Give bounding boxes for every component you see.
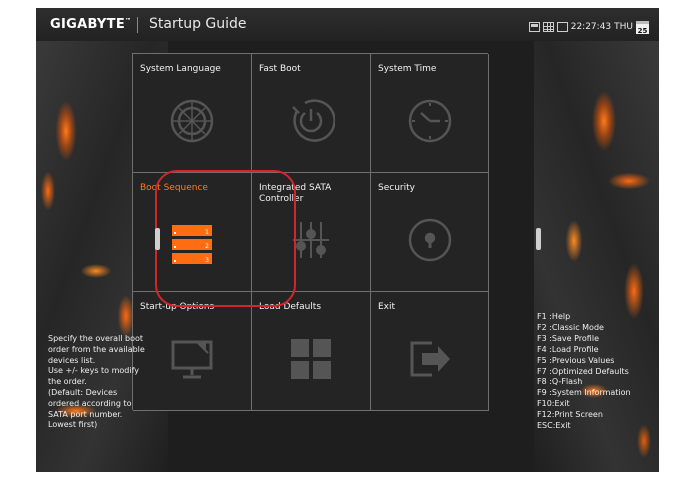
hotkey-optimized-defaults[interactable]: F7 :Optimized Defaults (537, 367, 657, 378)
tile-system-language[interactable]: System Language (133, 54, 252, 173)
hotkey-classic-mode[interactable]: F2 :Classic Mode (537, 323, 657, 334)
window-icon[interactable] (556, 22, 568, 32)
hotkey-print-screen[interactable]: F12:Print Screen (537, 410, 657, 421)
tile-label: Fast Boot (259, 64, 301, 74)
tile-load-defaults[interactable]: Load Defaults (252, 292, 371, 411)
hotkey-exit-f10[interactable]: F10:Exit (537, 399, 657, 410)
power-fast-icon (287, 97, 335, 145)
hotkey-q-flash[interactable]: F8 :Q-Flash (537, 377, 657, 388)
tile-label: Security (378, 183, 415, 193)
tile-security[interactable]: Security (371, 173, 489, 292)
clock-icon (406, 97, 454, 145)
tile-label: Exit (378, 302, 396, 312)
monitor-cursor-icon (168, 335, 216, 383)
help-line: SATA port number. (48, 409, 123, 419)
tile-label: System Time (378, 64, 437, 74)
help-line: Use +/- keys to modify (48, 366, 140, 376)
tile-integrated-sata-controller[interactable]: Integrated SATA Controller (252, 173, 371, 292)
tile-label: Integrated SATA Controller (259, 183, 332, 204)
boot-number: 1 (205, 229, 209, 236)
exit-icon (406, 337, 454, 381)
tile-boot-sequence[interactable]: Boot Sequence 1 2 3 (133, 173, 252, 292)
status-area: 22:27:43 THU 25 (528, 20, 649, 35)
brand-logo: GIGABYTE™ (50, 17, 132, 32)
title-separator (137, 17, 138, 33)
tile-label: Load Defaults (259, 302, 322, 312)
hotkey-previous-values[interactable]: F5 :Previous Values (537, 356, 657, 367)
grid-view-icon[interactable] (542, 22, 554, 32)
scroll-handle-left[interactable] (155, 228, 160, 250)
help-line: devices list. (48, 355, 96, 365)
hotkey-esc-exit[interactable]: ESC:Exit (537, 421, 657, 432)
scroll-handle-right[interactable] (536, 228, 541, 250)
hotkey-help[interactable]: F1 :Help (537, 312, 657, 323)
tile-system-time[interactable]: System Time (371, 54, 489, 173)
sata-slider-icon (287, 216, 335, 264)
boot-number: 3 (205, 257, 209, 264)
help-line: Lowest first) (48, 420, 98, 430)
hotkey-list: F1 :Help F2 :Classic Mode F3 :Save Profi… (537, 312, 657, 432)
hotkey-save-profile[interactable]: F3 :Save Profile (537, 334, 657, 345)
boot-number: 2 (205, 243, 209, 250)
calendar-icon: 25 (636, 20, 649, 35)
help-line: Specify the overall boot (48, 334, 144, 343)
help-line: ordered according to (48, 398, 132, 408)
clock-day: THU (614, 22, 633, 32)
tile-fast-boot[interactable]: Fast Boot (252, 54, 371, 173)
hotkey-load-profile[interactable]: F4 :Load Profile (537, 345, 657, 356)
boot-order-icon: 1 2 3 (170, 223, 214, 267)
top-bar: GIGABYTE™ Startup Guide 22:27:43 THU 25 (36, 8, 659, 41)
grid-icon (289, 337, 333, 381)
lock-icon (406, 216, 454, 264)
option-grid: System Language Fast Boot System Time Bo… (132, 53, 489, 411)
tile-label: Start-up Options (140, 302, 215, 312)
tile-label: System Language (140, 64, 221, 74)
help-line: (Default: Devices (48, 387, 118, 397)
clock-time: 22:27:43 (570, 22, 612, 32)
help-line: order from the available (48, 344, 145, 354)
tile-label: Boot Sequence (140, 183, 208, 193)
tile-exit[interactable]: Exit (371, 292, 489, 411)
monitor-icon[interactable] (528, 22, 540, 32)
help-description: Specify the overall boot order from the … (48, 334, 168, 431)
page-title: Startup Guide (149, 16, 247, 32)
globe-gear-icon (168, 97, 216, 145)
hotkey-system-information[interactable]: F9 :System Information (537, 388, 657, 399)
help-line: the order. (48, 377, 87, 387)
